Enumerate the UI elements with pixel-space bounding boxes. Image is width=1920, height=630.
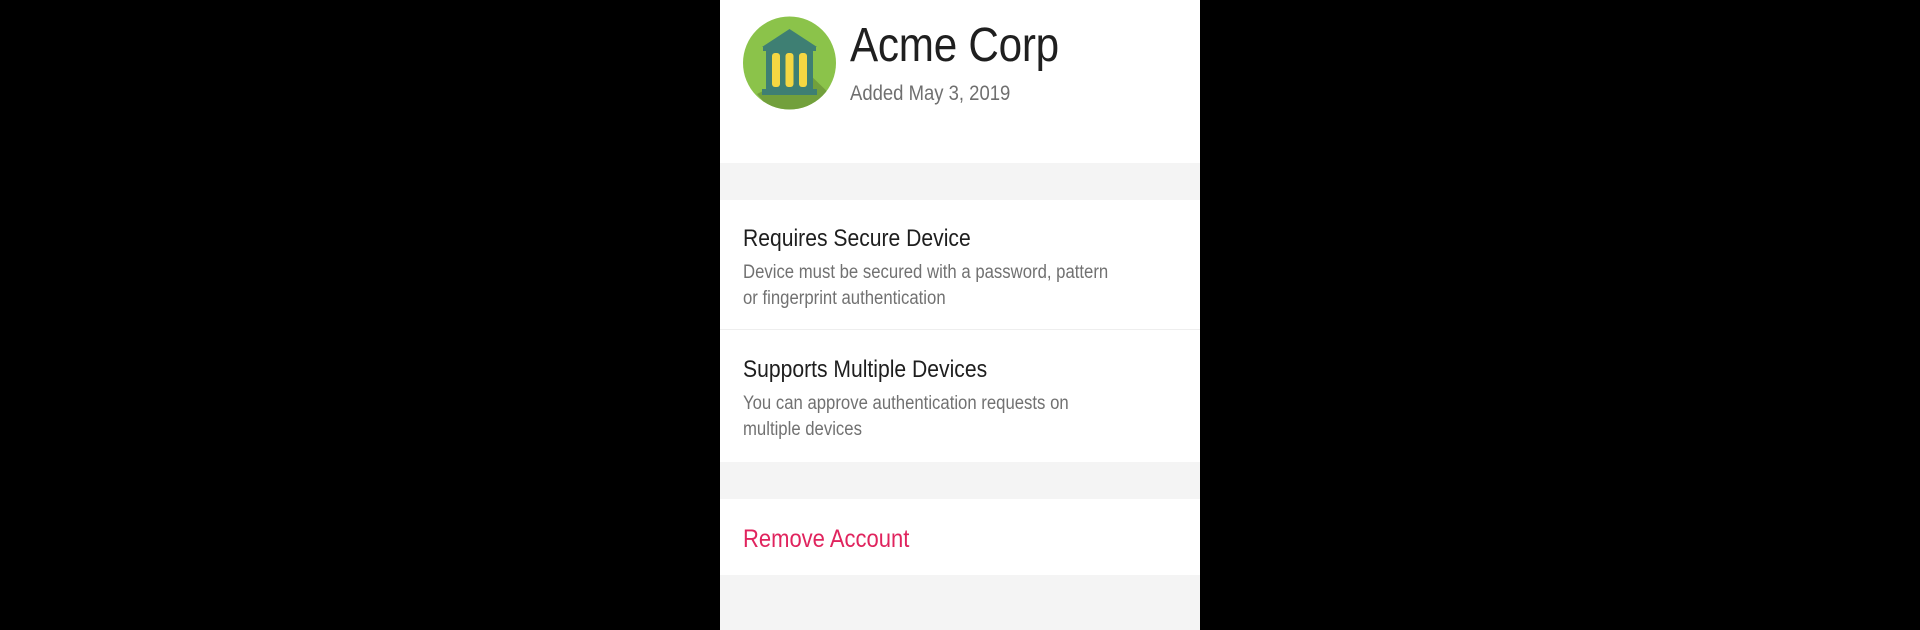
bank-building-icon: [743, 16, 836, 110]
setting-description: You can approve authentication requests …: [743, 393, 1069, 440]
setting-description: Device must be secured with a password, …: [743, 262, 1109, 309]
account-name: Acme Corp: [850, 19, 1059, 72]
setting-title: Requires Secure Device: [743, 225, 971, 252]
account-detail-screen: Acme Corp Added May 3, 2019 Requires Sec…: [720, 0, 1200, 630]
setting-title: Supports Multiple Devices: [743, 356, 988, 383]
account-properties-list: Requires Secure Device Device must be se…: [720, 200, 1200, 462]
setting-supports-multiple-devices: Supports Multiple Devices You can approv…: [720, 331, 1200, 461]
account-added-date: Added May 3, 2019: [850, 82, 1011, 105]
remove-account-button[interactable]: Remove Account: [743, 525, 909, 554]
remove-account-section: Remove Account: [720, 499, 1200, 575]
setting-requires-secure-device: Requires Secure Device Device must be se…: [720, 200, 1200, 330]
account-avatar: [743, 0, 836, 125]
account-header: Acme Corp Added May 3, 2019: [720, 0, 1200, 163]
